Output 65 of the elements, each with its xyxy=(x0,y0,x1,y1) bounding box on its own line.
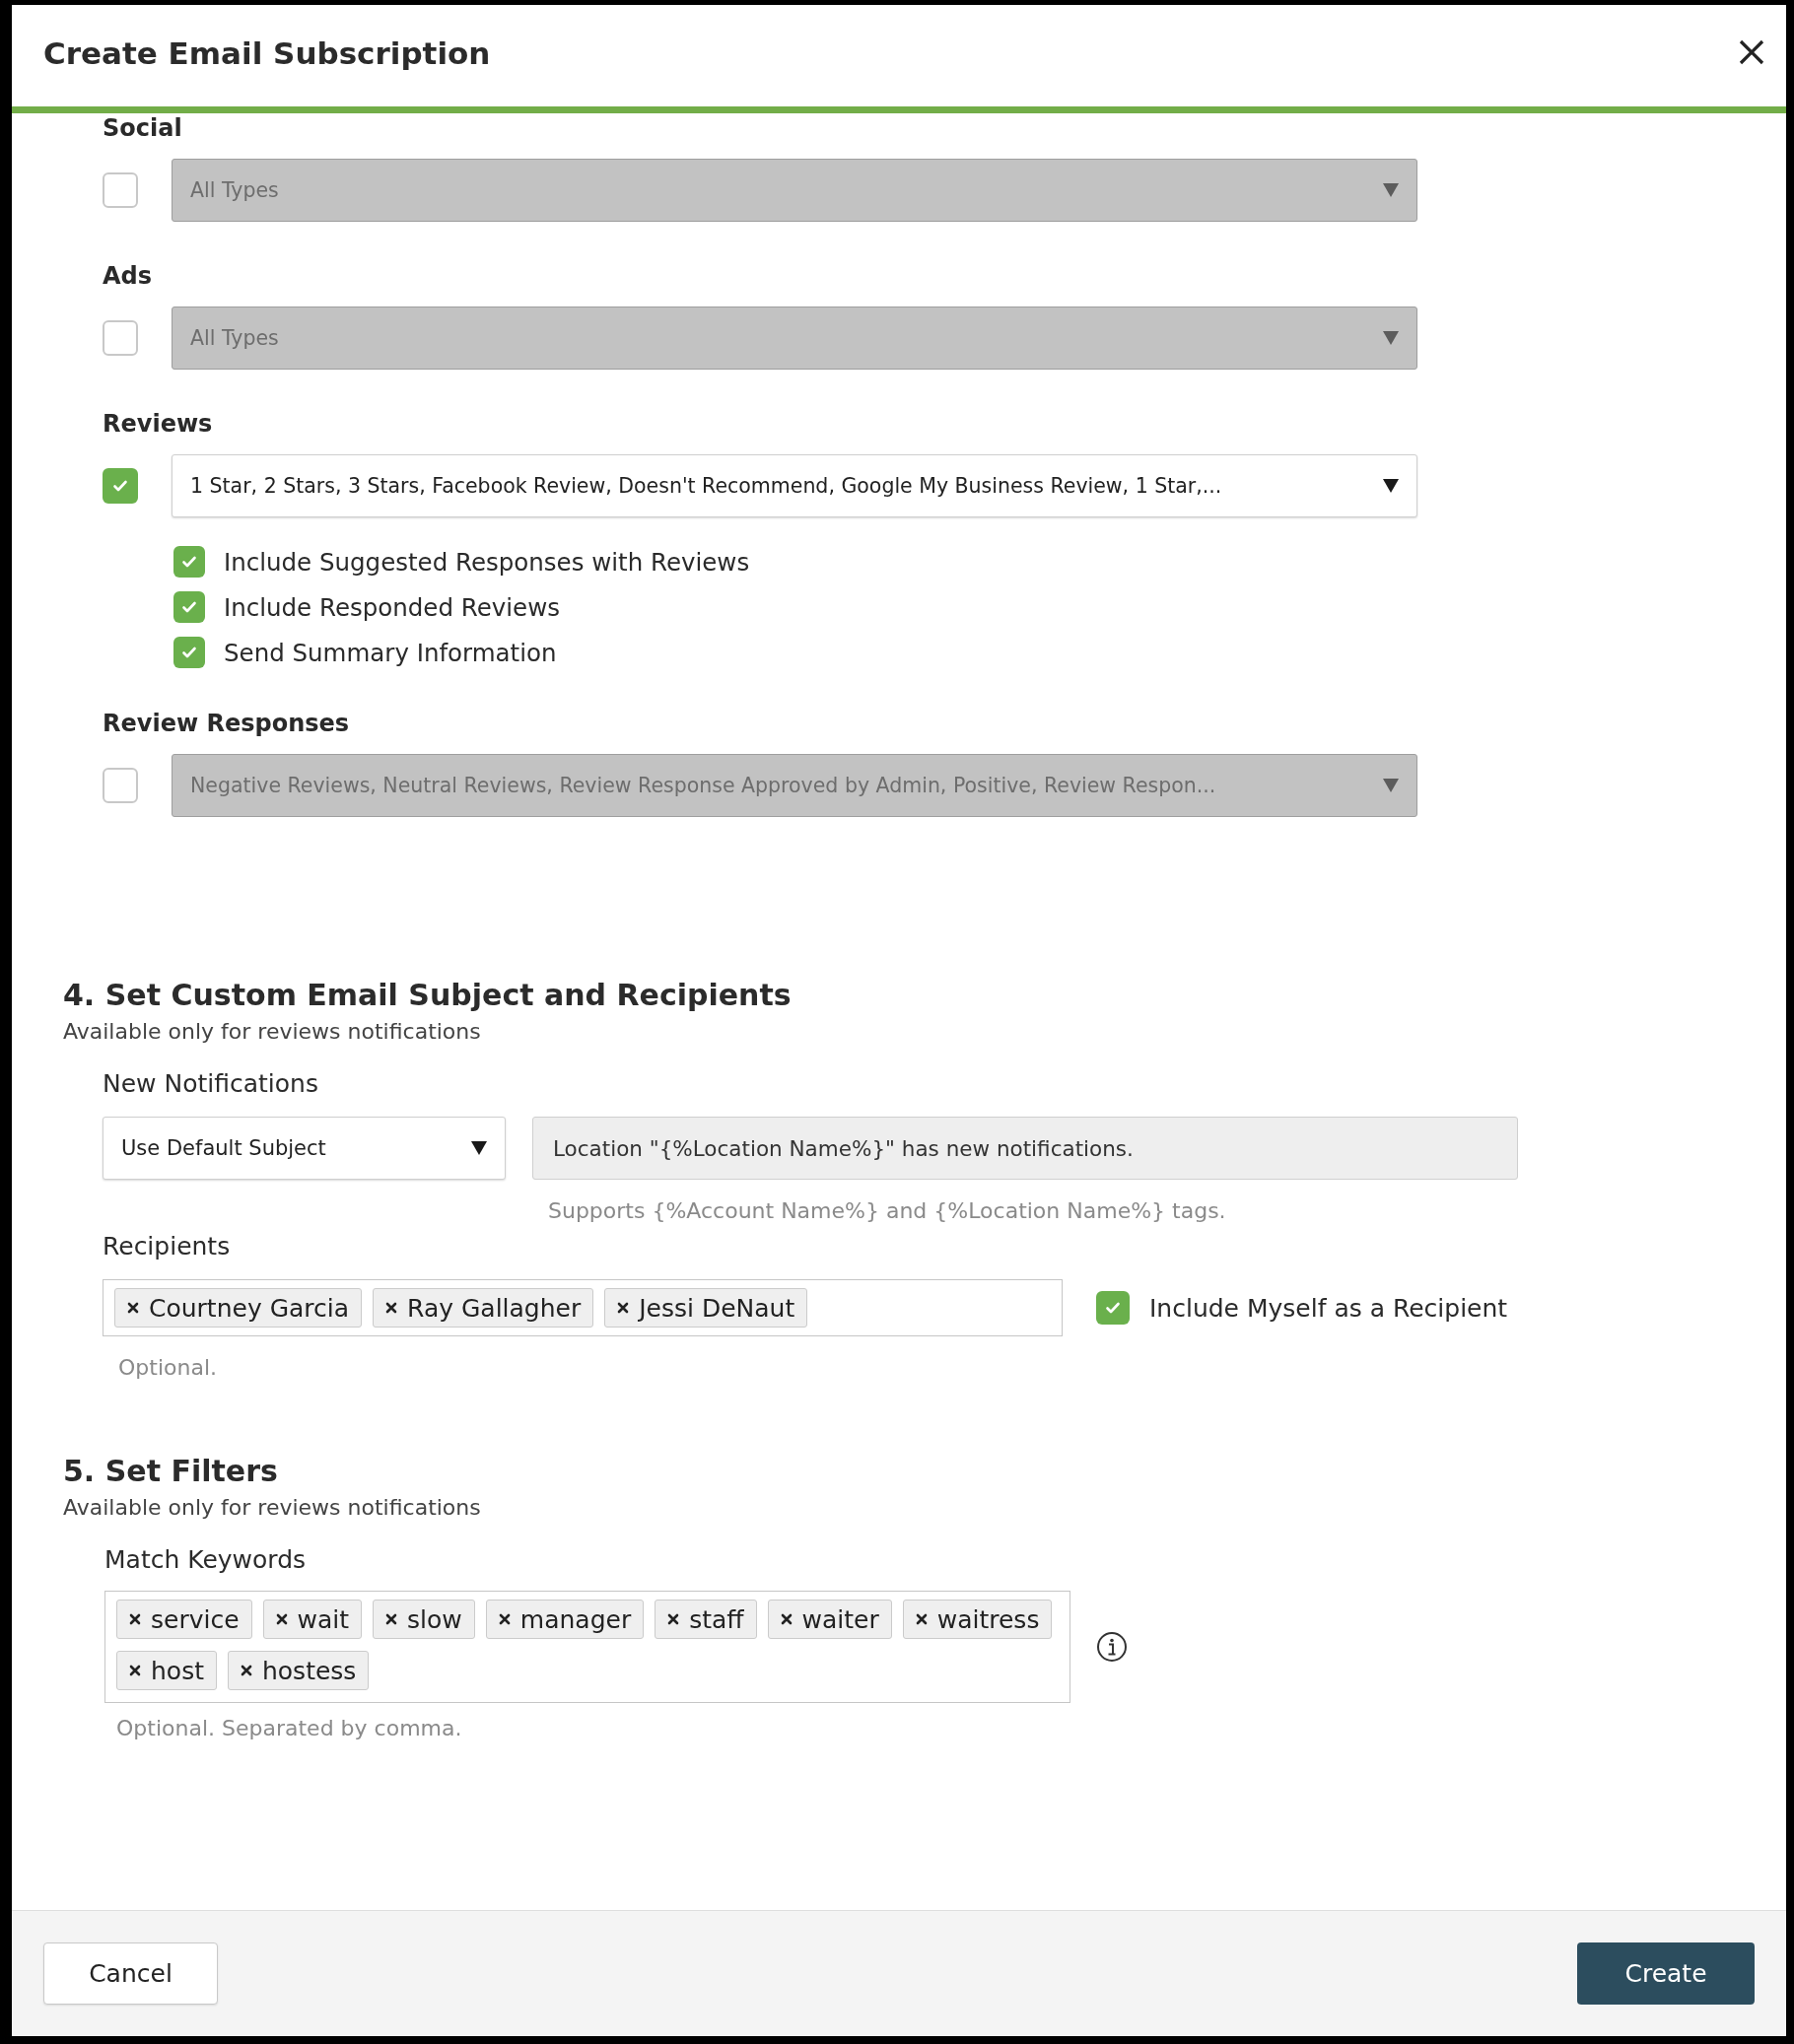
keyword-chip[interactable]: manager xyxy=(485,1600,645,1639)
checkbox-label: Include Responded Reviews xyxy=(224,592,560,622)
field-label: Match Keywords xyxy=(104,1545,307,1575)
close-icon[interactable] xyxy=(129,1613,141,1625)
close-icon[interactable] xyxy=(915,1613,928,1625)
keyword-chip[interactable]: staff xyxy=(655,1600,757,1639)
checkbox[interactable] xyxy=(173,591,205,623)
dropdown[interactable]: Use Default Subject xyxy=(103,1117,506,1180)
field-hint: Supports {%Account Name%} and {%Location Name%} tags. xyxy=(548,1197,1226,1225)
caret-icon xyxy=(1383,331,1399,345)
caret-icon xyxy=(1383,479,1399,493)
keyword-chip[interactable]: hostess xyxy=(227,1651,370,1690)
cancel-button[interactable]: Cancel xyxy=(43,1942,218,2005)
section-subtitle: Available only for reviews notifications xyxy=(63,1494,481,1522)
keyword-chip[interactable]: service xyxy=(116,1600,252,1639)
close-icon[interactable] xyxy=(498,1613,511,1625)
field-label: New Notifications xyxy=(103,1069,318,1099)
close-icon[interactable] xyxy=(617,1302,630,1314)
section-heading: 5. Set Filters xyxy=(63,1453,278,1490)
keyword-chip[interactable]: waitress xyxy=(902,1600,1053,1639)
recipient-chip[interactable]: Courtney Garcia xyxy=(114,1288,363,1328)
keywords-field[interactable]: service wait slow manager staff waiter waitress host hostess xyxy=(104,1591,1070,1703)
dialog-title: Create Email Subscription xyxy=(43,34,491,71)
checkbox-label: Include Myself as a Recipient xyxy=(1149,1293,1508,1323)
close-icon[interactable] xyxy=(127,1302,139,1314)
close-icon[interactable] xyxy=(129,1665,141,1676)
field-hint: Optional. Separated by comma. xyxy=(116,1715,462,1742)
close-icon[interactable] xyxy=(667,1613,680,1625)
info-icon[interactable] xyxy=(1096,1631,1128,1663)
close-icon[interactable] xyxy=(385,1613,398,1625)
field-hint: Optional. xyxy=(118,1354,217,1382)
checkbox[interactable] xyxy=(103,320,138,356)
close-icon[interactable] xyxy=(385,1302,398,1314)
create-button[interactable]: Create xyxy=(1577,1942,1755,2005)
category-label: Review Responses xyxy=(103,709,350,738)
caret-icon xyxy=(1383,183,1399,197)
checkbox[interactable] xyxy=(103,468,138,504)
checkbox[interactable] xyxy=(173,637,205,668)
keyword-chip[interactable]: wait xyxy=(262,1600,363,1639)
keyword-chip[interactable]: host xyxy=(116,1651,217,1690)
checkbox-label: Send Summary Information xyxy=(224,638,557,667)
checkbox-label: Include Suggested Responses with Reviews xyxy=(224,547,750,577)
close-icon xyxy=(1739,38,1764,65)
close-icon[interactable] xyxy=(780,1613,793,1625)
field-label: Recipients xyxy=(103,1232,231,1261)
caret-icon xyxy=(1383,779,1399,792)
recipient-chip[interactable]: Ray Gallagher xyxy=(373,1288,594,1328)
category-label: Reviews xyxy=(103,409,213,439)
recipient-chip[interactable]: Jessi DeNaut xyxy=(604,1288,808,1328)
checkbox[interactable] xyxy=(1096,1291,1130,1325)
keyword-chip[interactable]: slow xyxy=(373,1600,475,1639)
close-button[interactable] xyxy=(1739,38,1766,67)
dropdown[interactable]: 1 Star, 2 Stars, 3 Stars, Facebook Review, Doesn't Recommend, Google My Business Review, 1 Star,... xyxy=(172,454,1417,517)
checkbox[interactable] xyxy=(103,172,138,208)
caret-icon xyxy=(471,1141,487,1155)
section-heading: 4. Set Custom Email Subject and Recipients xyxy=(63,977,792,1014)
close-icon[interactable] xyxy=(275,1613,288,1625)
recipients-field[interactable]: Courtney Garcia Ray Gallagher Jessi DeNaut xyxy=(103,1279,1063,1336)
category-label: Social xyxy=(103,113,182,143)
section-subtitle: Available only for reviews notifications xyxy=(63,1018,481,1046)
close-icon[interactable] xyxy=(240,1665,252,1676)
category-label: Ads xyxy=(103,261,153,291)
keyword-chip[interactable]: waiter xyxy=(767,1600,892,1639)
checkbox[interactable] xyxy=(103,768,138,803)
checkbox[interactable] xyxy=(173,546,205,578)
